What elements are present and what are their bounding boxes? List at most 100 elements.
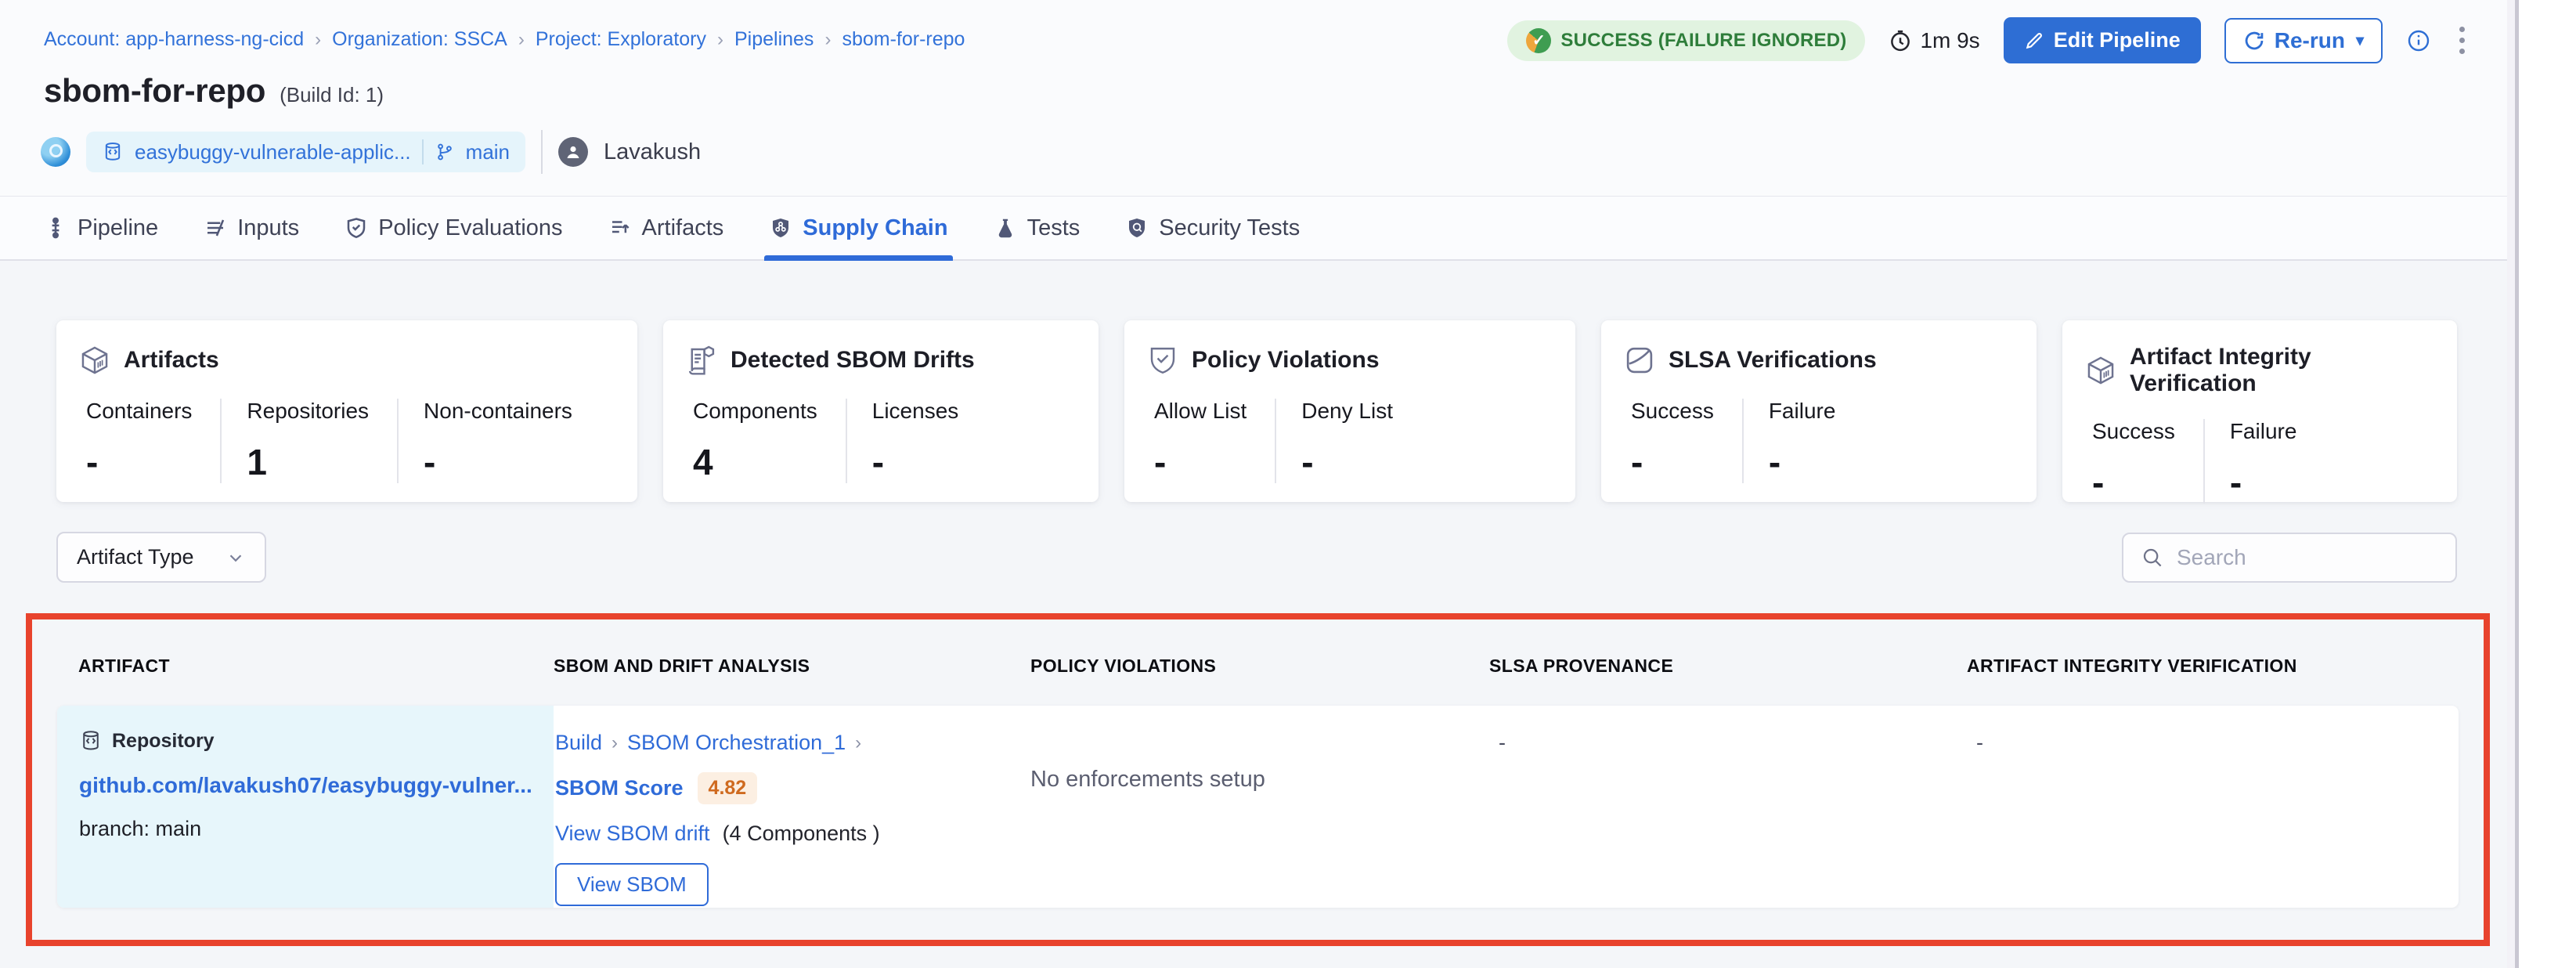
tab-pipeline[interactable]: Pipeline — [44, 197, 158, 259]
page-title: sbom-for-repo — [44, 72, 265, 110]
scrollbar-thumb[interactable] — [2515, 0, 2519, 968]
stat-slsa-success: Success - — [1623, 399, 1742, 483]
breadcrumb-project[interactable]: Project: Exploratory — [536, 28, 706, 51]
more-options-menu[interactable] — [2455, 22, 2470, 59]
shield-check-icon — [345, 216, 368, 240]
slsa-icon — [1623, 344, 1656, 377]
policy-violations-text: No enforcements setup — [1030, 731, 1489, 793]
edit-pipeline-button[interactable]: Edit Pipeline — [2004, 17, 2201, 63]
chevron-right-icon: › — [717, 29, 723, 51]
repository-icon — [79, 729, 103, 753]
breadcrumb-pipeline-name[interactable]: sbom-for-repo — [842, 28, 965, 51]
cube-icon — [2084, 354, 2117, 387]
stat-components: Components 4 — [685, 399, 846, 483]
column-header-integrity: ARTIFACT INTEGRITY VERIFICATION — [1967, 656, 2468, 677]
sbom-trail: Build › SBOM Orchestration_1 › — [555, 731, 1030, 755]
build-id: (Build Id: 1) — [280, 83, 384, 107]
duration: 1m 9s — [1889, 28, 1979, 53]
supply-chain-shield-icon — [769, 216, 792, 240]
chevron-down-icon — [225, 547, 246, 568]
execution-meta: easybuggy-vulnerable-applic... main Lava… — [41, 130, 701, 174]
security-shield-icon — [1125, 216, 1149, 240]
refresh-icon — [2243, 30, 2265, 52]
rerun-button[interactable]: Re-run ▾ — [2224, 18, 2383, 63]
tab-security-tests[interactable]: Security Tests — [1125, 197, 1300, 259]
repository-icon — [102, 141, 124, 163]
pencil-icon — [2024, 31, 2044, 51]
table-header-row: ARTIFACT SBOM AND DRIFT ANALYSIS POLICY … — [78, 656, 2468, 677]
flask-icon — [994, 216, 1017, 240]
tabs-bar: Pipeline Inputs Policy Evaluations Artif… — [0, 196, 2516, 261]
tab-artifacts[interactable]: Artifacts — [608, 197, 724, 259]
card-policy-violations: Policy Violations Allow List - Deny List… — [1124, 320, 1575, 502]
artifact-type: Repository — [79, 729, 535, 753]
table-row: Repository github.com/lavakush07/easybug… — [57, 706, 2459, 908]
card-artifacts: Artifacts Containers - Repositories 1 No… — [56, 320, 637, 502]
breadcrumb-organization[interactable]: Organization: SSCA — [332, 28, 507, 51]
breadcrumb: Account: app-harness-ng-cicd › Organizat… — [44, 28, 965, 51]
title-row: sbom-for-repo (Build Id: 1) — [44, 72, 384, 110]
chevron-right-icon: › — [855, 732, 861, 754]
page: Account: app-harness-ng-cicd › Organizat… — [0, 0, 2516, 968]
stat-licenses: Licenses - — [846, 399, 987, 483]
search-box — [2122, 533, 2457, 583]
branch-link[interactable]: main — [466, 140, 510, 164]
git-branch-icon — [435, 142, 455, 162]
tab-policy-evaluations[interactable]: Policy Evaluations — [345, 197, 562, 259]
inputs-icon — [204, 216, 227, 240]
slsa-provenance-value: - — [1489, 731, 1967, 755]
pipeline-icon — [44, 216, 67, 240]
cell-artifact-integrity: - — [1967, 706, 2459, 908]
filter-bar: Artifact Type — [56, 532, 2457, 583]
status-badge: ✓ SUCCESS (FAILURE IGNORED) — [1507, 20, 1865, 61]
chevron-down-icon: ▾ — [2356, 31, 2364, 50]
user-avatar — [558, 137, 588, 167]
stat-integrity-success: Success - — [2084, 419, 2203, 504]
card-artifact-integrity: Artifact Integrity Verification Success … — [2062, 320, 2457, 502]
page-header: Account: app-harness-ng-cicd › Organizat… — [0, 0, 2516, 196]
card-title: SLSA Verifications — [1669, 347, 1877, 374]
column-header-policy: POLICY VIOLATIONS — [1030, 656, 1489, 677]
view-sbom-drift-link[interactable]: View SBOM drift — [555, 822, 710, 846]
card-title: Detected SBOM Drifts — [731, 347, 975, 374]
column-header-artifact: ARTIFACT — [78, 656, 554, 677]
duration-label: 1m 9s — [1920, 28, 1979, 53]
cell-sbom-analysis: Build › SBOM Orchestration_1 › SBOM Scor… — [554, 706, 1030, 908]
stat-repositories: Repositories 1 — [220, 399, 397, 483]
repo-pill: easybuggy-vulnerable-applic... main — [86, 132, 525, 172]
chevron-right-icon: › — [824, 29, 831, 51]
status-badge-label: SUCCESS (FAILURE IGNORED) — [1560, 30, 1846, 52]
artifact-repo-link[interactable]: github.com/lavakush07/easybuggy-vulner..… — [79, 773, 532, 798]
trail-orchestration-link[interactable]: SBOM Orchestration_1 — [627, 731, 846, 755]
view-sbom-button[interactable]: View SBOM — [555, 863, 709, 906]
column-header-sbom: SBOM AND DRIFT ANALYSIS — [554, 656, 1030, 677]
repo-link[interactable]: easybuggy-vulnerable-applic... — [135, 140, 411, 164]
user-name: Lavakush — [604, 139, 701, 165]
breadcrumb-account[interactable]: Account: app-harness-ng-cicd — [44, 28, 304, 51]
info-icon[interactable] — [2406, 28, 2431, 53]
stat-integrity-failure: Failure - — [2203, 419, 2325, 504]
sbom-scroll-icon — [685, 344, 718, 377]
breadcrumb-pipelines[interactable]: Pipelines — [734, 28, 814, 51]
chevron-right-icon: › — [315, 29, 321, 51]
header-actions: ✓ SUCCESS (FAILURE IGNORED) 1m 9s Edit P… — [1507, 17, 2470, 63]
cube-icon — [78, 344, 111, 377]
tab-supply-chain[interactable]: Supply Chain — [769, 197, 947, 259]
tab-inputs[interactable]: Inputs — [204, 197, 299, 259]
stat-slsa-failure: Failure - — [1742, 399, 1864, 483]
cell-artifact: Repository github.com/lavakush07/easybug… — [57, 706, 554, 908]
shield-check-icon — [1146, 344, 1179, 377]
trail-build-link[interactable]: Build — [555, 731, 602, 755]
tab-tests[interactable]: Tests — [994, 197, 1081, 259]
annotation-highlight-rect: ARTIFACT SBOM AND DRIFT ANALYSIS POLICY … — [26, 613, 2490, 946]
stat-non-containers: Non-containers - — [397, 399, 601, 483]
divider — [422, 139, 424, 164]
card-sbom-drifts: Detected SBOM Drifts Components 4 Licens… — [663, 320, 1099, 502]
card-title: Artifact Integrity Verification — [2130, 344, 2435, 397]
sbom-score-link[interactable]: SBOM Score — [555, 776, 684, 800]
search-input[interactable] — [2177, 545, 2438, 570]
artifact-list-icon — [608, 216, 632, 240]
artifact-type-select[interactable]: Artifact Type — [56, 532, 266, 583]
execution-icon — [41, 137, 70, 167]
summary-cards: Artifacts Containers - Repositories 1 No… — [56, 320, 2457, 502]
